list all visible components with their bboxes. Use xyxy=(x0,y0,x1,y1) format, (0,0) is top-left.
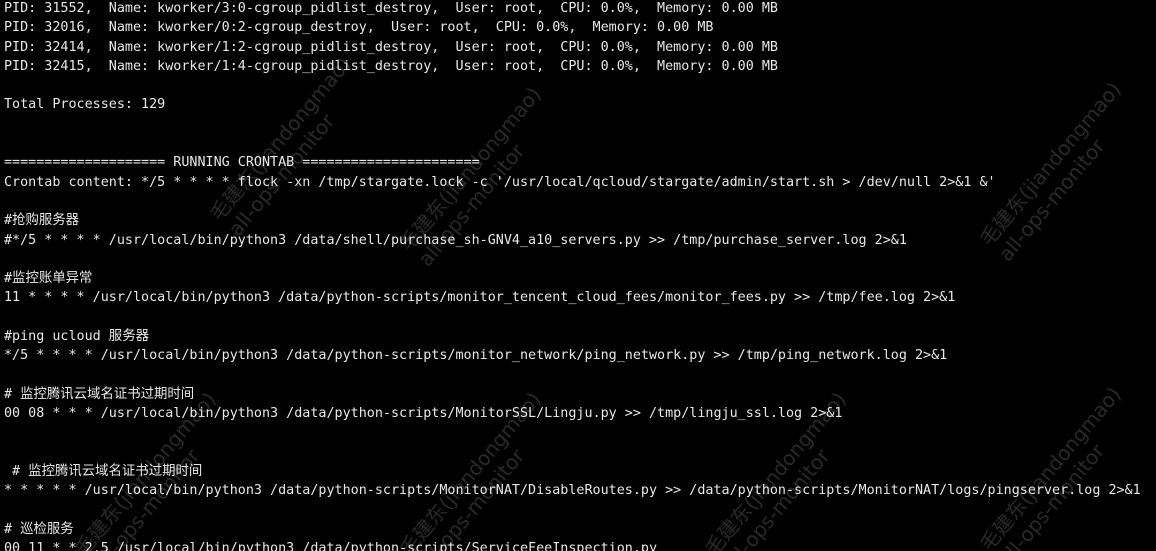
crontab-comment-line: #监控账单异常 xyxy=(4,271,93,287)
crontab-content-line: Crontab content: */5 * * * * flock -xn /… xyxy=(4,174,996,190)
terminal-line: PID: 32016, Name: kworker/0:2-cgroup_des… xyxy=(4,20,714,36)
crontab-entry-line: #*/5 * * * * /usr/local/bin/python3 /dat… xyxy=(4,232,907,248)
crontab-entry-line: 00 11 * * 2,5 /usr/local/bin/python3 /da… xyxy=(4,541,658,551)
crontab-comment-line: # 监控腾讯云域名证书过期时间 xyxy=(4,386,195,402)
crontab-comment-line: #ping ucloud 服务器 xyxy=(4,329,149,345)
crontab-comment-line: #抢购服务器 xyxy=(4,213,80,229)
terminal-window[interactable]: PID: 31552, Name: kworker/3:0-cgroup_pid… xyxy=(0,0,1156,551)
crontab-entry-line: 00 08 * * * /usr/local/bin/python3 /data… xyxy=(4,406,843,422)
crontab-entry-line: * * * * * /usr/local/bin/python3 /data/p… xyxy=(4,483,1141,499)
terminal-line: PID: 32414, Name: kworker/1:2-cgroup_pid… xyxy=(4,39,778,55)
crontab-section-header: ==================== RUNNING CRONTAB ===… xyxy=(4,155,480,171)
total-processes-line: Total Processes: 129 xyxy=(4,97,166,113)
crontab-entry-line: */5 * * * * /usr/local/bin/python3 /data… xyxy=(4,348,948,364)
terminal-line: PID: 32415, Name: kworker/1:4-cgroup_pid… xyxy=(4,58,778,74)
terminal-line: PID: 31552, Name: kworker/3:0-cgroup_pid… xyxy=(4,1,778,16)
crontab-comment-line: # 监控腾讯云域名证书过期时间 xyxy=(4,464,203,480)
crontab-entry-line: 11 * * * * /usr/local/bin/python3 /data/… xyxy=(4,290,956,306)
crontab-comment-line: # 巡检服务 xyxy=(4,522,74,538)
